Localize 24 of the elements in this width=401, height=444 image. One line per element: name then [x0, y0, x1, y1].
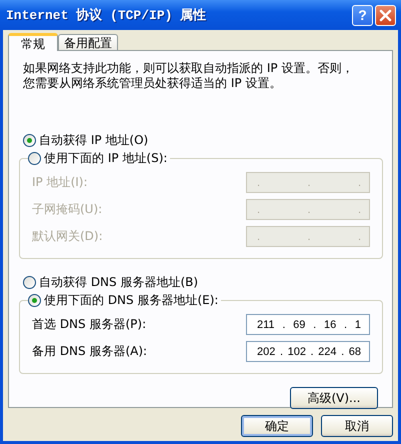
dialog-button[interactable]: 确定	[241, 415, 313, 437]
ip-address-field[interactable]: 202 . 102 . 224 . 68	[246, 341, 370, 362]
radio-option[interactable]: 使用下面的 DNS 服务器地址(E):	[28, 291, 218, 309]
radio-button[interactable]	[23, 276, 36, 288]
field-label: 首选 DNS 服务器(P):	[32, 316, 146, 333]
field-label: 子网掩码(U):	[32, 201, 102, 218]
tab[interactable]: 备用配置	[58, 34, 118, 50]
dialog-button[interactable]: 取消	[321, 415, 393, 437]
radio-button[interactable]	[28, 152, 41, 164]
radio-option[interactable]: 使用下面的 IP 地址(S):	[28, 149, 168, 167]
radio-option[interactable]: 自动获得 IP 地址(O)	[23, 131, 383, 149]
radio-option[interactable]: 自动获得 DNS 服务器地址(B)	[23, 273, 383, 291]
radio-button[interactable]	[28, 294, 41, 306]
field-label: IP 地址(I):	[32, 174, 88, 191]
radio-button[interactable]	[23, 134, 36, 146]
ip-address-field[interactable]: 211 . 69 . 16 . 1	[246, 314, 370, 335]
advanced-button[interactable]: 高级(V)...	[290, 387, 378, 409]
field-label: 备用 DNS 服务器(A):	[32, 343, 148, 360]
description-text: 如果网络支持此功能，则可以获取自动指派的 IP 设置。否则，您需要从网络系统管理员处获得适当的 IP 设置。	[23, 61, 354, 91]
field-label: 默认网关(D):	[32, 228, 103, 245]
window-title: Internet 协议 (TCP/IP) 属性	[6, 6, 208, 24]
close-button[interactable]	[375, 4, 396, 26]
tab[interactable]: 常规	[8, 33, 58, 51]
close-icon	[379, 8, 392, 22]
